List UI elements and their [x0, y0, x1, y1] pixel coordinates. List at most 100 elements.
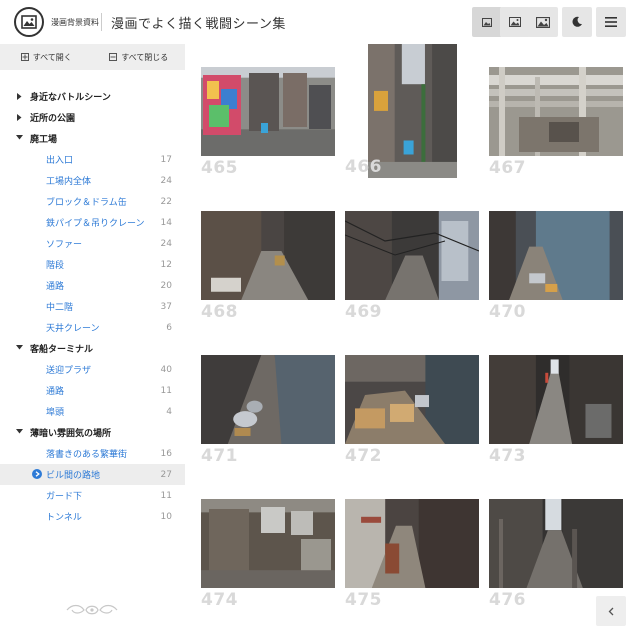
collapse-sidebar-button[interactable]	[596, 596, 626, 626]
sidebar-item-count: 10	[160, 511, 172, 522]
sidebar-item-label: ブロック＆ドラム缶	[46, 198, 127, 208]
chevron-right-circle-icon	[32, 469, 42, 479]
expand-all-button[interactable]: すべて開く	[0, 44, 93, 70]
category-label: 廃工場	[30, 135, 58, 145]
photo-number: 470	[489, 302, 526, 322]
sidebar-item-label: ソファー	[46, 240, 83, 250]
sidebar-item-count: 24	[160, 238, 172, 249]
sidebar-item-count: 17	[160, 154, 172, 165]
menu-button[interactable]	[596, 7, 626, 37]
category-label: 薄暗い雰囲気の場所	[30, 429, 112, 439]
sidebar-item[interactable]: ブロック＆ドラム缶 22	[0, 191, 185, 212]
sidebar-category[interactable]: 身近なバトルシーン	[0, 86, 185, 107]
sidebar-item-count: 11	[160, 490, 172, 501]
sidebar-item[interactable]: 鉄パイプ＆吊りクレーン 14	[0, 212, 185, 233]
sidebar-item[interactable]: 通路 20	[0, 275, 185, 296]
sidebar: すべて開く すべて閉じる 身近なバトルシーン近所の公園廃工場出入口 17 工場内全体…	[0, 44, 185, 640]
sidebar-item-label: 通路	[46, 282, 65, 292]
photo-thumbnail[interactable]	[201, 355, 335, 444]
sidebar-category[interactable]: 客船ターミナル	[0, 338, 185, 359]
sidebar-item-label: ビル間の路地	[46, 471, 101, 481]
logo-icon[interactable]	[14, 7, 44, 37]
site-brand[interactable]: 漫画背景資料	[51, 17, 99, 28]
collapse-all-label: すべて閉じる	[121, 52, 169, 62]
view-large-button[interactable]	[528, 7, 558, 37]
sidebar-item[interactable]: ソファー 24	[0, 233, 185, 254]
sidebar-item-label: 送迎プラザ	[46, 366, 92, 376]
sidebar-item[interactable]: 天井クレーン 6	[0, 317, 185, 338]
photo-thumbnail[interactable]	[489, 211, 623, 300]
sidebar-item-count: 11	[160, 385, 172, 396]
sidebar-category[interactable]: 薄暗い雰囲気の場所	[0, 422, 185, 443]
sidebar-item[interactable]: ビル間の路地 27	[0, 464, 185, 485]
photo-number: 467	[489, 158, 526, 178]
sidebar-item[interactable]: 落書きのある繁華街 16	[0, 443, 185, 464]
expand-all-label: すべて開く	[32, 52, 72, 62]
sidebar-item-count: 6	[166, 322, 172, 333]
sidebar-item-count: 14	[160, 217, 172, 228]
sidebar-item-count: 24	[160, 175, 172, 186]
dark-mode-button[interactable]	[562, 7, 592, 37]
sidebar-item-label: 天井クレーン	[46, 324, 100, 334]
sidebar-item[interactable]: 通路 11	[0, 380, 185, 401]
photo-thumbnail[interactable]	[201, 67, 335, 156]
sidebar-item[interactable]: 中二階 37	[0, 296, 185, 317]
image-large-icon	[536, 16, 550, 28]
sidebar-item-count: 40	[160, 364, 172, 375]
sidebar-toolbar: すべて開く すべて閉じる	[0, 44, 185, 70]
hamburger-icon	[605, 17, 617, 27]
photo-number: 466	[345, 157, 382, 177]
sidebar-item-label: 工場内全体	[46, 177, 92, 187]
sidebar-item[interactable]: トンネル 10	[0, 506, 185, 527]
sidebar-item-count: 37	[160, 301, 172, 312]
photo-thumbnail[interactable]	[201, 499, 335, 588]
sidebar-item-label: 通路	[46, 387, 65, 397]
photo-number: 474	[201, 590, 238, 610]
sidebar-category[interactable]: 近所の公園	[0, 107, 185, 128]
view-medium-button[interactable]	[500, 7, 530, 37]
photo-number: 465	[201, 158, 238, 178]
view-small-button[interactable]	[472, 7, 502, 37]
sidebar-item[interactable]: ガード下 11	[0, 485, 185, 506]
photo-thumbnail[interactable]	[489, 355, 623, 444]
sidebar-item-count: 27	[160, 469, 172, 480]
sidebar-item[interactable]: 工場内全体 24	[0, 170, 185, 191]
sidebar-item-count: 22	[160, 196, 172, 207]
photo-thumbnail[interactable]	[345, 355, 479, 444]
sidebar-item[interactable]: 埠頭 4	[0, 401, 185, 422]
page-title: 漫画でよく描く戦闘シーン集	[111, 17, 286, 32]
sidebar-item-count: 20	[160, 280, 172, 291]
caret-down-icon	[16, 429, 23, 434]
plus-box-icon	[20, 53, 29, 61]
sidebar-item-count: 4	[166, 406, 172, 417]
sidebar-item-count: 12	[160, 259, 172, 270]
sidebar-item-label: 落書きのある繁華街	[46, 450, 128, 460]
sidebar-item[interactable]: 送迎プラザ 40	[0, 359, 185, 380]
photo-number: 471	[201, 446, 238, 466]
category-label: 身近なバトルシーン	[30, 93, 111, 103]
minus-box-icon	[109, 53, 118, 61]
photo-number: 475	[345, 590, 382, 610]
category-label: 客船ターミナル	[30, 345, 94, 355]
image-medium-icon	[509, 17, 521, 27]
sidebar-item-count: 16	[160, 448, 172, 459]
photo-thumbnail[interactable]	[345, 211, 479, 300]
sidebar-item-label: ガード下	[46, 492, 83, 502]
photo-thumbnail[interactable]	[489, 499, 623, 588]
image-small-icon	[482, 17, 492, 27]
photo-thumbnail[interactable]	[489, 67, 623, 156]
photo-thumbnail[interactable]	[345, 499, 479, 588]
collapse-all-button[interactable]: すべて閉じる	[93, 44, 186, 70]
sidebar-item[interactable]: 階段 12	[0, 254, 185, 275]
header-divider	[101, 13, 102, 31]
caret-right-icon	[17, 93, 22, 100]
ornament-divider	[66, 604, 118, 615]
sidebar-category[interactable]: 廃工場	[0, 128, 185, 149]
sidebar-item-label: トンネル	[46, 513, 82, 523]
top-header: 漫画背景資料 漫画でよく描く戦闘シーン集	[0, 0, 640, 44]
sidebar-item-label: 埠頭	[46, 408, 65, 418]
sidebar-item-label: 出入口	[46, 156, 74, 166]
photo-thumbnail[interactable]	[201, 211, 335, 300]
chevron-left-icon	[608, 607, 614, 615]
sidebar-item[interactable]: 出入口 17	[0, 149, 185, 170]
